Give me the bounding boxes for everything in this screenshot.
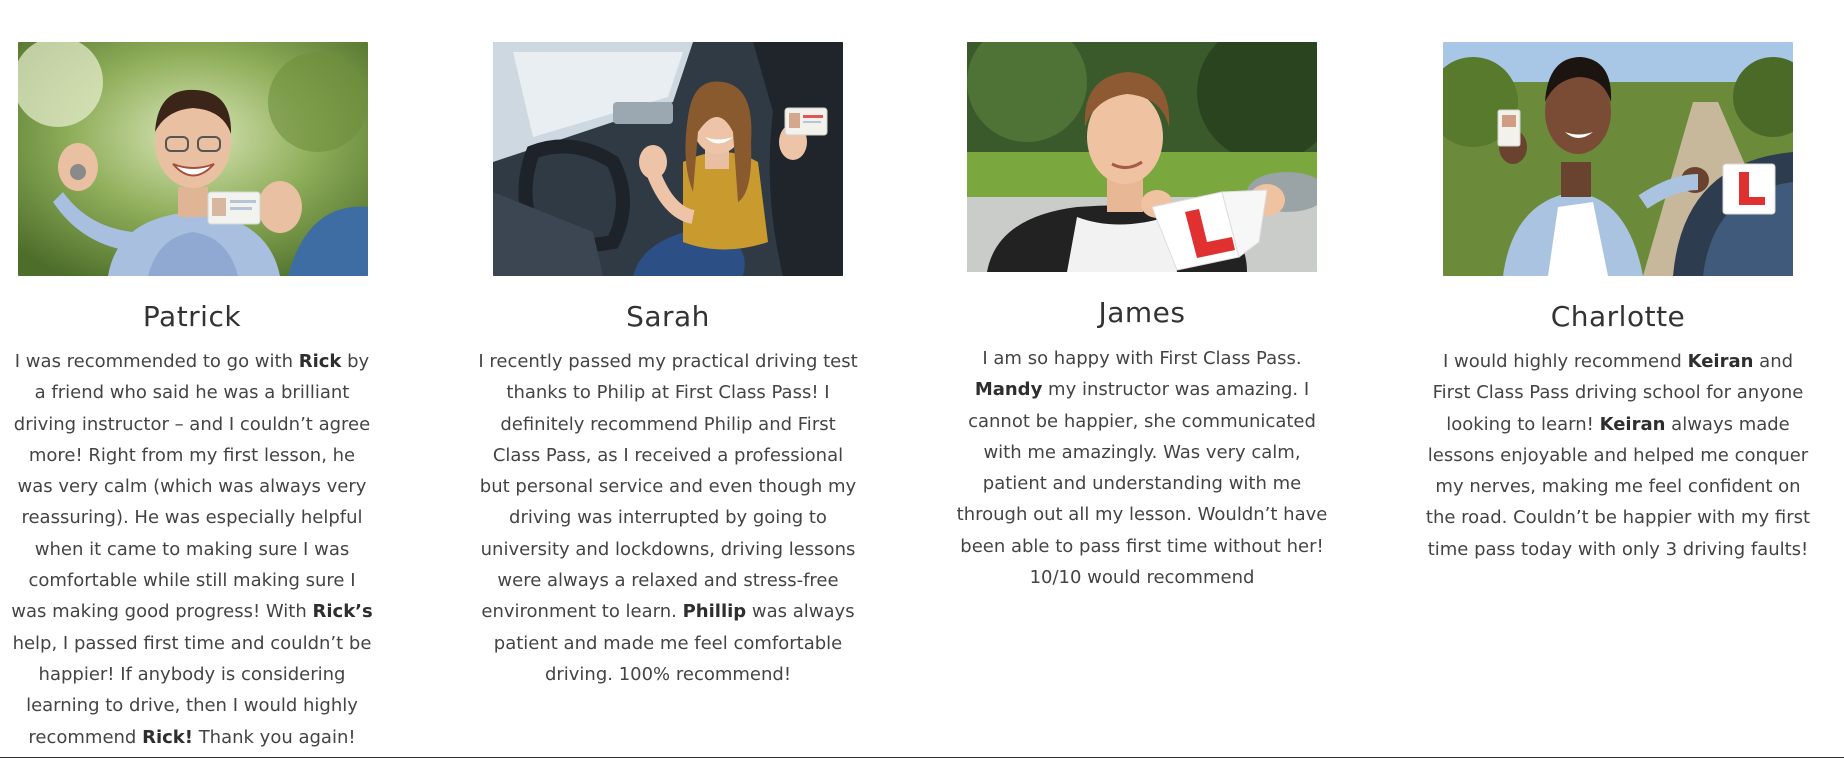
- testimonial-name-sarah: Sarah: [626, 300, 710, 333]
- testimonial-name-james: James: [1098, 296, 1186, 329]
- instructor-name-highlight: Phillip: [682, 601, 747, 623]
- testimonials-section: Patrick I was recommended to go with Ric…: [0, 0, 1844, 757]
- testimonial-text-sarah: I recently passed my practical driving t…: [478, 351, 858, 685]
- testimonial-photo-patrick: [18, 42, 368, 276]
- testimonial-card-patrick: Patrick I was recommended to go with Ric…: [10, 0, 374, 748]
- instructor-name-highlight: Keiran: [1599, 413, 1666, 435]
- testimonial-photo-james: [967, 42, 1317, 272]
- testimonial-photo-sarah: [493, 42, 843, 276]
- testimonial-text-charlotte: I would highly recommend Keiran and Firs…: [1425, 351, 1811, 560]
- charlotte-photo-illustration: [1443, 42, 1793, 276]
- testimonial-text-patrick: I was recommended to go with Rick by a f…: [11, 351, 373, 748]
- instructor-name-highlight: Mandy: [974, 379, 1043, 401]
- instructor-name-highlight: Rick!: [142, 726, 193, 748]
- testimonial-card-sarah: Sarah I recently passed my practical dri…: [478, 0, 858, 730]
- instructor-name-highlight: Rick’s: [312, 601, 373, 623]
- sarah-photo-illustration: [493, 42, 843, 276]
- testimonial-name-patrick: Patrick: [142, 300, 242, 333]
- testimonial-photo-charlotte: [1443, 42, 1793, 276]
- instructor-name-highlight: Rick: [298, 351, 342, 372]
- testimonial-name-charlotte: Charlotte: [1550, 300, 1686, 333]
- testimonial-card-james: James I am so happy with First Class Pas…: [956, 0, 1328, 730]
- james-photo-illustration: [967, 42, 1317, 272]
- instructor-name-highlight: Keiran: [1687, 351, 1754, 372]
- testimonial-card-charlotte: Charlotte I would highly recommend Keira…: [1425, 0, 1811, 730]
- testimonial-text-james: I am so happy with First Class Pass. Man…: [956, 348, 1328, 589]
- patrick-photo-illustration: [18, 42, 368, 276]
